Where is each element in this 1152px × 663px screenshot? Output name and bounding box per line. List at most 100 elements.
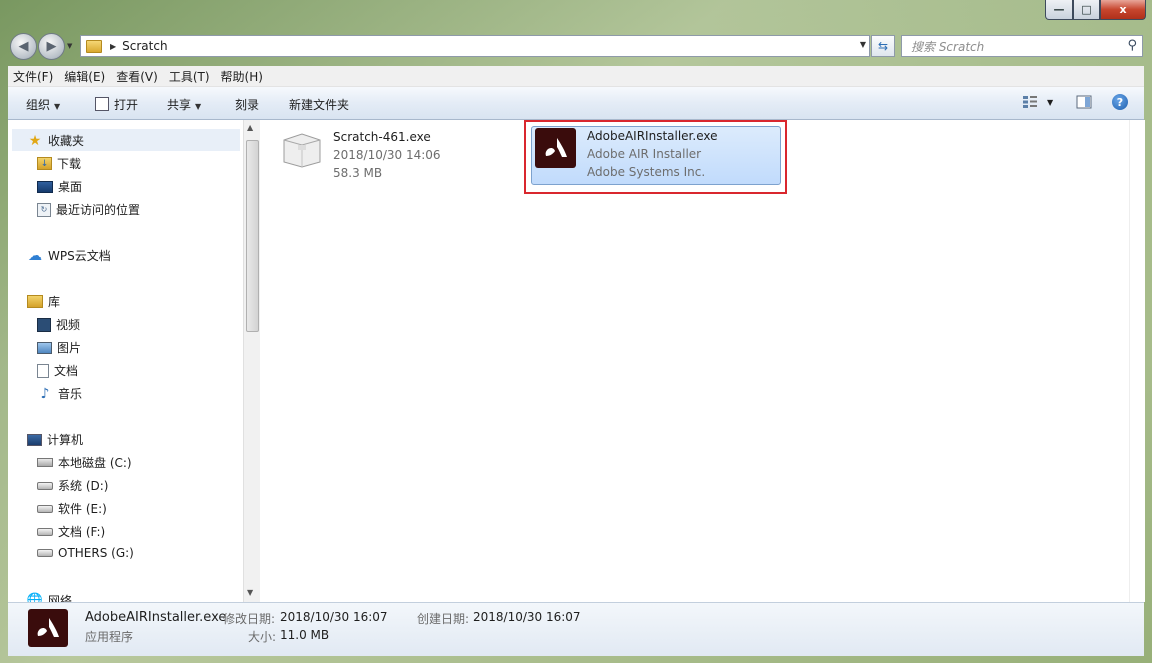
nav-documents-label: 文档 xyxy=(54,364,79,378)
open-icon xyxy=(95,97,109,111)
nav-drive-g[interactable]: OTHERS (G:) xyxy=(37,546,134,560)
folder-icon xyxy=(86,39,102,53)
video-icon xyxy=(37,317,51,332)
address-bar[interactable]: ▶ Scratch ▼ xyxy=(80,35,870,57)
search-icon[interactable]: ⚲ xyxy=(1127,38,1137,53)
nav-documents[interactable]: 文档 xyxy=(37,362,78,379)
desktop-icon xyxy=(37,180,53,193)
nav-pictures-label: 图片 xyxy=(57,341,82,355)
nav-libraries[interactable]: 库 xyxy=(27,293,60,310)
open-label: 打开 xyxy=(114,98,139,112)
music-icon: ♪ xyxy=(40,385,50,402)
modified-value: 2018/10/30 16:07 xyxy=(280,610,388,624)
nav-music[interactable]: ♪ 音乐 xyxy=(37,385,82,402)
refresh-button[interactable]: ⇆ xyxy=(871,35,895,57)
navigation-pane: ★ 收藏夹 ↓ 下载 桌面 ↻ 最近访问的位置 ☁ WPS云文档 库 视频 图片 文档 … xyxy=(8,120,244,602)
command-bar: 组织 ▼ 打开 共享 ▼ 刻录 新建文件夹 ▼ ? xyxy=(8,87,1144,120)
nav-wps-cloud[interactable]: ☁ WPS云文档 xyxy=(27,247,111,264)
drive-icon xyxy=(37,549,53,557)
menu-tools[interactable]: 工具(T) xyxy=(164,68,215,85)
details-file-name: AdobeAIRInstaller.exe xyxy=(85,610,227,625)
menu-file[interactable]: 文件(F) xyxy=(8,68,58,85)
downloads-folder-icon: ↓ xyxy=(37,157,52,170)
star-icon: ★ xyxy=(28,132,42,149)
back-button[interactable]: ◀ xyxy=(10,33,37,60)
share-button[interactable]: 共享 ▼ xyxy=(167,96,201,113)
scrollbar-thumb[interactable] xyxy=(246,140,259,332)
menu-bar: 文件(F) 编辑(E) 查看(V) 工具(T) 帮助(H) xyxy=(8,66,1144,87)
nav-downloads-label: 下载 xyxy=(57,157,82,171)
view-options-icon[interactable] xyxy=(1022,95,1038,109)
address-dropdown-icon[interactable]: ▼ xyxy=(860,40,866,49)
nav-network-label: 网络 xyxy=(48,594,73,602)
nav-recent-label: 最近访问的位置 xyxy=(56,203,141,217)
search-input[interactable]: 搜索 Scratch ⚲ xyxy=(901,35,1143,57)
nav-drive-d[interactable]: 系统 (D:) xyxy=(37,477,108,494)
nav-drive-g-label: OTHERS (G:) xyxy=(58,546,134,560)
nav-recent-places[interactable]: ↻ 最近访问的位置 xyxy=(37,201,140,218)
forward-arrow-icon: ▶ xyxy=(46,39,57,54)
drive-icon xyxy=(37,527,53,536)
nav-downloads[interactable]: ↓ 下载 xyxy=(37,155,81,172)
nav-library-label: 库 xyxy=(48,295,61,309)
content-scrollbar xyxy=(1129,120,1145,602)
scroll-down-icon[interactable]: ▼ xyxy=(247,588,253,597)
open-button[interactable]: 打开 xyxy=(95,96,138,113)
nav-drive-f-label: 文档 (F:) xyxy=(58,525,106,539)
network-icon: 🌐 xyxy=(26,593,44,602)
nav-favorites[interactable]: ★ 收藏夹 xyxy=(27,132,84,149)
nav-videos[interactable]: 视频 xyxy=(37,316,80,333)
maximize-button[interactable]: □ xyxy=(1073,0,1100,20)
share-label: 共享 xyxy=(167,98,192,112)
minimize-button[interactable]: — xyxy=(1045,0,1073,20)
created-value: 2018/10/30 16:07 xyxy=(473,610,581,624)
view-dropdown-icon[interactable]: ▼ xyxy=(1047,98,1053,107)
burn-button[interactable]: 刻录 xyxy=(235,96,259,113)
organize-label: 组织 xyxy=(26,98,51,112)
nav-drive-d-label: 系统 (D:) xyxy=(58,479,109,493)
nav-drive-c[interactable]: 本地磁盘 (C:) xyxy=(37,454,132,471)
nav-pictures[interactable]: 图片 xyxy=(37,339,81,356)
adobe-air-icon xyxy=(28,609,68,647)
nav-drive-f[interactable]: 文档 (F:) xyxy=(37,523,105,540)
help-icon[interactable]: ? xyxy=(1112,94,1128,110)
breadcrumb-scratch[interactable]: Scratch xyxy=(122,39,167,53)
close-button[interactable]: x xyxy=(1100,0,1146,20)
picture-icon xyxy=(37,341,52,354)
navigation-scrollbar[interactable]: ▲ ▼ xyxy=(243,120,260,602)
menu-edit[interactable]: 编辑(E) xyxy=(59,68,110,85)
nav-favorites-label: 收藏夹 xyxy=(48,134,85,148)
chevron-down-icon: ▼ xyxy=(54,102,61,111)
nav-desktop[interactable]: 桌面 xyxy=(37,178,82,195)
size-label: 大小: xyxy=(248,630,277,644)
nav-drive-e[interactable]: 软件 (E:) xyxy=(37,500,107,517)
forward-button[interactable]: ▶ xyxy=(38,33,65,60)
nav-drive-c-label: 本地磁盘 (C:) xyxy=(58,456,132,470)
nav-music-label: 音乐 xyxy=(58,387,83,401)
library-icon xyxy=(27,295,43,308)
details-pane: AdobeAIRInstaller.exe 应用程序 修改日期: 2018/10… xyxy=(8,602,1144,656)
preview-pane-icon[interactable] xyxy=(1076,95,1092,109)
scroll-up-icon[interactable]: ▲ xyxy=(247,123,253,132)
nav-desktop-label: 桌面 xyxy=(58,180,83,194)
recent-pages-dropdown-icon[interactable]: ▼ xyxy=(67,42,72,50)
nav-videos-label: 视频 xyxy=(56,318,81,332)
organize-button[interactable]: 组织 ▼ xyxy=(26,96,60,113)
nav-computer-label: 计算机 xyxy=(47,433,84,447)
new-folder-button[interactable]: 新建文件夹 xyxy=(289,96,349,113)
nav-network[interactable]: 🌐 网络 xyxy=(27,592,72,602)
chevron-down-icon: ▼ xyxy=(195,102,202,111)
breadcrumb-separator-icon[interactable]: ▶ xyxy=(110,42,116,51)
window-controls: — □ x xyxy=(1045,0,1146,20)
menu-view[interactable]: 查看(V) xyxy=(111,68,163,85)
file-item-scratch[interactable]: Scratch-461.exe 2018/10/30 14:06 58.3 MB xyxy=(280,128,441,182)
nav-computer[interactable]: 计算机 xyxy=(27,431,83,448)
details-file-type: 应用程序 xyxy=(85,630,134,644)
created-label: 创建日期: xyxy=(417,612,470,626)
file-size: 58.3 MB xyxy=(333,166,383,180)
cloud-icon: ☁ xyxy=(28,247,42,264)
recent-places-icon: ↻ xyxy=(37,202,51,217)
menu-help[interactable]: 帮助(H) xyxy=(216,68,268,85)
search-placeholder: 搜索 Scratch xyxy=(911,39,985,54)
nav-wps-label: WPS云文档 xyxy=(48,249,111,263)
